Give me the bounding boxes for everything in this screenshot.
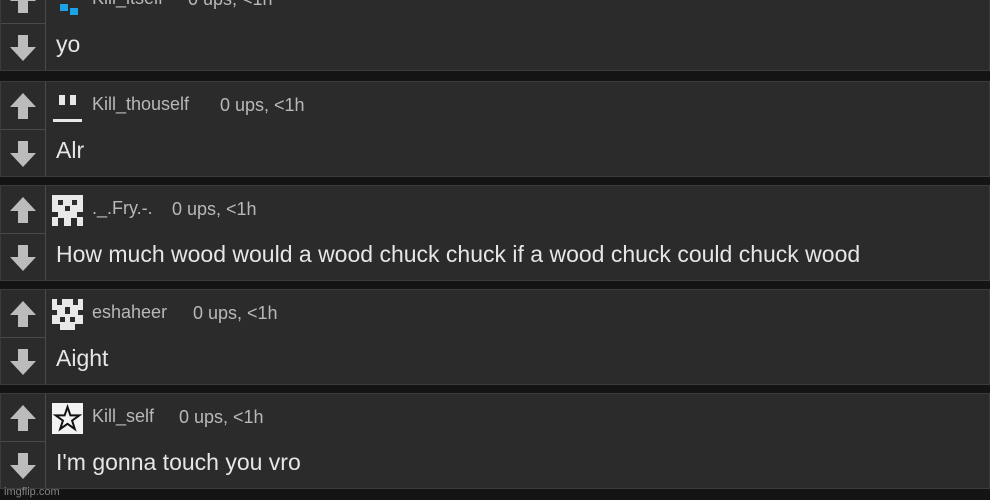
- comment-author[interactable]: eshaheer: [92, 302, 167, 323]
- downvote-button[interactable]: [1, 338, 45, 385]
- downvote-button[interactable]: [1, 234, 45, 281]
- arrow-down-icon: [10, 349, 36, 375]
- vote-column: [1, 394, 46, 488]
- comment-meta: 0 ups, <1h: [179, 407, 264, 427]
- arrow-up-icon: [10, 93, 36, 119]
- arrow-down-icon: [10, 245, 36, 271]
- arrow-down-icon: [10, 35, 36, 61]
- downvote-button[interactable]: [1, 24, 45, 71]
- vote-column: [1, 82, 46, 176]
- comment-card: ._.Fry.-. 0 ups, <1h How much wood would…: [0, 185, 990, 281]
- arrow-up-icon: [10, 197, 36, 223]
- comment-card: Kill_itself 0 ups, <1h yo: [0, 0, 990, 71]
- pixel-pattern-avatar-icon[interactable]: [52, 299, 83, 330]
- comment-meta: 0 ups, <1h: [193, 303, 278, 323]
- arrow-down-icon: [10, 453, 36, 479]
- comment-body: Alr: [56, 137, 85, 163]
- upvote-button[interactable]: [1, 186, 45, 233]
- comment-card: Kill_self 0 ups, <1h I'm gonna touch you…: [0, 393, 990, 489]
- comment-author[interactable]: Kill_self: [92, 406, 154, 427]
- vote-column: [1, 0, 46, 70]
- vote-column: [1, 186, 46, 280]
- pixel-pattern-avatar-icon[interactable]: [52, 195, 83, 226]
- comment-author[interactable]: ._.Fry.-.: [92, 198, 153, 219]
- upvote-button[interactable]: [1, 394, 45, 441]
- comment-body: I'm gonna touch you vro: [56, 449, 301, 475]
- watermark: imgflip.com: [4, 486, 60, 498]
- comment-meta: 0 ups, <1h: [220, 95, 305, 115]
- comment-author[interactable]: Kill_itself: [92, 0, 163, 9]
- upvote-button[interactable]: [1, 0, 45, 23]
- arrow-up-icon: [10, 0, 36, 13]
- upvote-button[interactable]: [1, 82, 45, 129]
- vote-column: [1, 290, 46, 384]
- star-avatar-icon[interactable]: [52, 403, 83, 434]
- comment-card: eshaheer 0 ups, <1h Aight: [0, 289, 990, 385]
- comment-meta: 0 ups, <1h: [172, 199, 257, 219]
- upvote-button[interactable]: [1, 290, 45, 337]
- comment-author[interactable]: Kill_thouself: [92, 94, 189, 115]
- comment-card: Kill_thouself 0 ups, <1h Alr: [0, 81, 990, 177]
- comment-meta: 0 ups, <1h: [188, 0, 273, 10]
- comment-body: yo: [56, 31, 81, 57]
- comment-body: Aight: [56, 345, 109, 371]
- comment-body: How much wood would a wood chuck chuck i…: [56, 241, 861, 267]
- downvote-button[interactable]: [1, 130, 45, 177]
- arrow-down-icon: [10, 141, 36, 167]
- blue-pixel-avatar-icon[interactable]: [52, 0, 83, 16]
- arrow-up-icon: [10, 405, 36, 431]
- downvote-button[interactable]: [1, 442, 45, 489]
- pixel-face-avatar-icon[interactable]: [52, 91, 83, 122]
- arrow-up-icon: [10, 301, 36, 327]
